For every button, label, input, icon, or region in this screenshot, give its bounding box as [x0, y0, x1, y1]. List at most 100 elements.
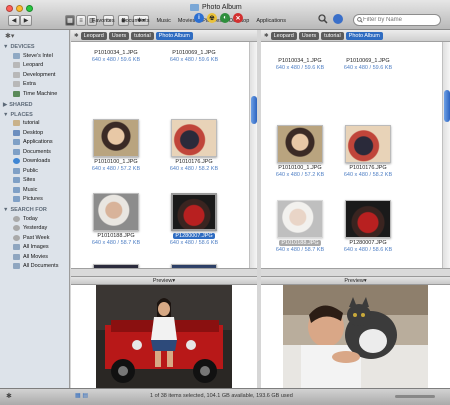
file-item[interactable]: P1280007.JPG 640 x 480 / 58.6 KB — [333, 200, 403, 253]
sidebar-item-past-week[interactable]: Past Week — [0, 233, 69, 243]
sidebar-item-yesterday[interactable]: Yesterday — [0, 224, 69, 234]
preview-header-right[interactable]: Preview ▾ — [261, 276, 450, 285]
file-item[interactable]: P1010069_1.JPG 640 x 480 / 59.6 KB — [159, 48, 229, 63]
smart-folder-icon — [13, 253, 20, 260]
globe-icon[interactable] — [333, 14, 343, 24]
disclosure-icon: ▶ — [3, 101, 8, 108]
sites-folder-icon — [13, 177, 20, 184]
sidebar-item-today[interactable]: Today — [0, 214, 69, 224]
disclosure-icon: ▼ — [3, 111, 9, 118]
file-item[interactable]: P1010100_1.JPG 640 x 480 / 57.2 KB — [81, 119, 151, 172]
sidebar-item-leopard[interactable]: Leopard — [0, 61, 69, 71]
file-item[interactable]: P1010188.JPG 640 x 480 / 58.7 KB — [81, 193, 151, 246]
scroll-thumb[interactable] — [251, 96, 257, 124]
crumb-photo-album[interactable]: Photo Album — [155, 31, 193, 40]
search-field[interactable] — [353, 14, 441, 26]
sidebar-item-development[interactable]: Development — [0, 70, 69, 80]
sidebar-item-all-documents[interactable]: All Documents — [0, 262, 69, 272]
desktop-icon — [13, 129, 20, 136]
fav-documents[interactable]: Documents — [122, 18, 150, 24]
crumb-leopard[interactable]: Leopard — [80, 31, 107, 40]
search-for-header[interactable]: ▼ SEARCH FOR — [0, 204, 69, 214]
back-button[interactable]: ◀ — [8, 15, 20, 26]
fav-movies[interactable]: Movies — [178, 18, 195, 24]
file-item[interactable]: P1010034_1.JPG 640 x 480 / 59.6 KB — [265, 56, 335, 71]
gear-icon[interactable]: ✱ — [6, 392, 12, 400]
gear-icon[interactable]: ✱ — [264, 33, 269, 39]
finder-window: ◀ ▶ ▦ ≡ ▥ ▭ ◉ ✱▾ Photo Album Favorites D… — [0, 0, 450, 405]
radiation-icon[interactable]: ☢ — [207, 13, 217, 23]
crumb-photo-album[interactable]: Photo Album — [345, 31, 383, 40]
fav-applications[interactable]: Applications — [256, 18, 286, 24]
sidebar-item-sites[interactable]: Sites — [0, 176, 69, 186]
icon-size-slider[interactable] — [395, 395, 435, 398]
delete-icon[interactable]: ✕ — [233, 13, 243, 23]
sidebar-item-all-movies[interactable]: All Movies — [0, 252, 69, 262]
sidebar-item-pictures[interactable]: Pictures — [0, 195, 69, 205]
clock-icon — [13, 234, 20, 241]
search-input[interactable] — [363, 17, 435, 23]
zoom-slider-bar[interactable] — [261, 268, 450, 276]
list-view-button[interactable]: ≡ — [76, 15, 86, 26]
sidebar-item-all-images[interactable]: All Images — [0, 243, 69, 253]
file-item[interactable]: P1010034_1.JPG 640 x 480 / 59.6 KB — [81, 48, 151, 63]
file-item[interactable]: P1010176.JPG 640 x 480 / 58.2 KB — [159, 119, 229, 172]
places-header[interactable]: ▼ PLACES — [0, 109, 69, 119]
file-item-dimmed[interactable]: P1010188.JPG 640 x 480 / 58.7 KB — [265, 200, 335, 253]
clock-icon — [13, 215, 20, 222]
clock-icon — [13, 225, 20, 232]
sidebar-item-time-machine[interactable]: Time Machine — [0, 89, 69, 99]
sync-icon[interactable]: ◐ — [220, 13, 230, 23]
crumb-tutorial[interactable]: tutorial — [131, 31, 154, 40]
status-text: 1 of 38 items selected, 104.1 GB availab… — [150, 393, 293, 399]
sidebar-item-extra[interactable]: Extra — [0, 80, 69, 90]
file-item[interactable]: P1010069_1.JPG 640 x 480 / 59.6 KB — [333, 56, 403, 71]
zoom-button[interactable] — [26, 5, 33, 12]
photo-thumbnail — [93, 193, 139, 231]
crumb-tutorial[interactable]: tutorial — [321, 31, 344, 40]
forward-button[interactable]: ▶ — [20, 15, 32, 26]
sidebar-item-desktop[interactable]: Desktop — [0, 128, 69, 138]
sidebar-item-documents[interactable]: Documents — [0, 147, 69, 157]
info-icon[interactable]: i — [194, 13, 204, 23]
sidebar-action[interactable]: ✱▾ — [0, 30, 69, 41]
gear-icon[interactable]: ✱ — [74, 33, 79, 39]
minimize-button[interactable] — [16, 5, 23, 12]
scroll-thumb[interactable] — [444, 90, 450, 122]
tool-icons: i ☢ ◐ ✕ — [194, 13, 243, 23]
file-item[interactable]: P1010100_1.JPG 640 x 480 / 57.2 KB — [265, 125, 335, 178]
vertical-scrollbar[interactable] — [442, 42, 450, 284]
devices-header[interactable]: ▼ DEVICES — [0, 41, 69, 51]
disclosure-icon: ▼ — [3, 44, 9, 50]
fav-favorites[interactable]: Favorites — [92, 18, 115, 24]
icon-view-button[interactable]: ▦ — [65, 15, 75, 26]
music-folder-icon — [13, 186, 20, 193]
vertical-scrollbar[interactable] — [249, 42, 257, 284]
view-toggle-icon[interactable]: ▦ ▤ — [75, 392, 88, 399]
file-item-selected[interactable]: P1280007.JPG 640 x 480 / 58.6 KB — [159, 193, 229, 246]
crumb-users[interactable]: Users — [298, 31, 320, 40]
zoom-slider-bar[interactable] — [71, 268, 257, 276]
close-button[interactable] — [6, 5, 13, 12]
documents-icon — [13, 148, 20, 155]
preview-header-left[interactable]: Preview ▾ — [71, 276, 257, 285]
file-item[interactable]: P1010176.JPG 640 x 480 / 58.2 KB — [333, 125, 403, 178]
preview-image-girl-on-jeep — [96, 285, 232, 388]
magnifier-icon[interactable] — [318, 14, 328, 24]
shared-header[interactable]: ▶ SHARED — [0, 99, 69, 109]
sidebar-item-tutorial[interactable]: tutorial — [0, 119, 69, 129]
sidebar-item-downloads[interactable]: Downloads — [0, 157, 69, 167]
sidebar-item-music[interactable]: Music — [0, 185, 69, 195]
time-machine-icon — [13, 90, 20, 97]
sidebar-item-steves-intel[interactable]: Steve's Intel — [0, 51, 69, 61]
photo-thumbnail — [345, 125, 391, 163]
back-arrow-icon: ◀ — [11, 18, 17, 24]
sidebar-item-applications[interactable]: Applications — [0, 138, 69, 148]
fav-music[interactable]: Music — [156, 18, 170, 24]
photo-thumbnail — [277, 125, 323, 163]
path-bar: ✱ Leopard Users tutorial Photo Album — [71, 30, 257, 42]
chevron-down-icon: ▾ — [172, 277, 176, 284]
crumb-leopard[interactable]: Leopard — [270, 31, 297, 40]
sidebar-item-public[interactable]: Public — [0, 166, 69, 176]
crumb-users[interactable]: Users — [108, 31, 130, 40]
